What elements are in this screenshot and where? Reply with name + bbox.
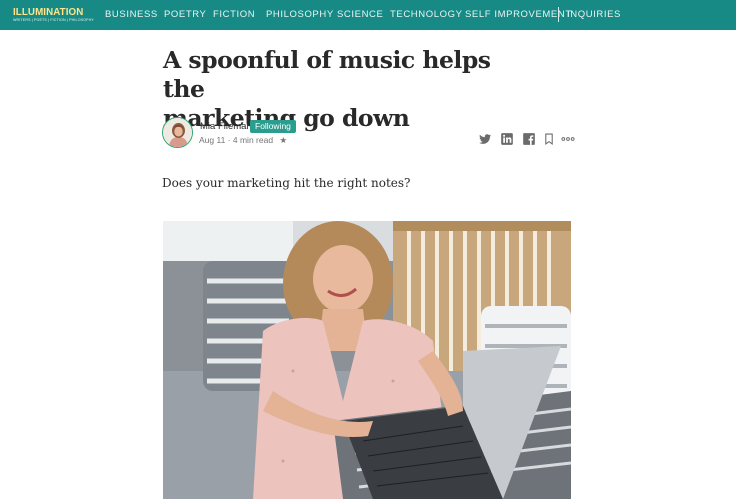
nav-item-inquiries[interactable]: INQUIRIES bbox=[567, 9, 621, 20]
article-title-line-1: A spoonful of music helps the bbox=[163, 46, 491, 103]
facebook-icon[interactable] bbox=[522, 132, 536, 146]
article-lede: Does your marketing hit the right notes? bbox=[162, 176, 411, 190]
nav-item-technology[interactable]: TECHNOLOGY bbox=[390, 9, 463, 20]
author-name[interactable]: Mia Fileman bbox=[200, 121, 252, 132]
nav-item-poetry[interactable]: POETRY bbox=[164, 9, 207, 20]
publish-date: Aug 11 bbox=[199, 135, 226, 145]
hero-photo-woman-laptop bbox=[163, 221, 571, 499]
avatar-portrait-icon bbox=[163, 118, 192, 147]
nav-divider bbox=[558, 7, 559, 22]
twitter-icon[interactable] bbox=[478, 132, 492, 146]
nav-item-philosophy[interactable]: PHILOSOPHY bbox=[266, 9, 334, 20]
publication-logo[interactable]: ILLUMINATION WRITERS | POETS | FICTION |… bbox=[13, 6, 94, 23]
top-navigation-bar: ILLUMINATION WRITERS | POETS | FICTION |… bbox=[0, 0, 736, 30]
share-actions bbox=[478, 132, 578, 146]
read-time: 4 min read bbox=[232, 135, 274, 145]
article-meta: Aug 11 · 4 min read ★ bbox=[199, 135, 287, 146]
linkedin-icon[interactable] bbox=[500, 132, 514, 146]
article-title: A spoonful of music helps the marketing … bbox=[163, 46, 523, 133]
nav-item-science[interactable]: SCIENCE bbox=[337, 9, 383, 20]
nav-item-fiction[interactable]: FICTION bbox=[213, 9, 255, 20]
author-avatar[interactable] bbox=[162, 117, 193, 148]
bookmark-icon[interactable] bbox=[542, 132, 556, 146]
logo-tagline: WRITERS | POETS | FICTION | PHILOSOPHY bbox=[13, 18, 94, 22]
logo-wordmark: ILLUMINATION bbox=[13, 6, 84, 18]
nav-item-business[interactable]: BUSINESS bbox=[105, 9, 158, 20]
hero-image[interactable] bbox=[163, 221, 571, 499]
nav-item-self-improvement[interactable]: SELF IMPROVEMENT bbox=[465, 9, 572, 20]
member-star-icon: ★ bbox=[279, 135, 288, 145]
following-button[interactable]: Following bbox=[250, 120, 296, 133]
more-options-icon[interactable] bbox=[560, 132, 576, 146]
